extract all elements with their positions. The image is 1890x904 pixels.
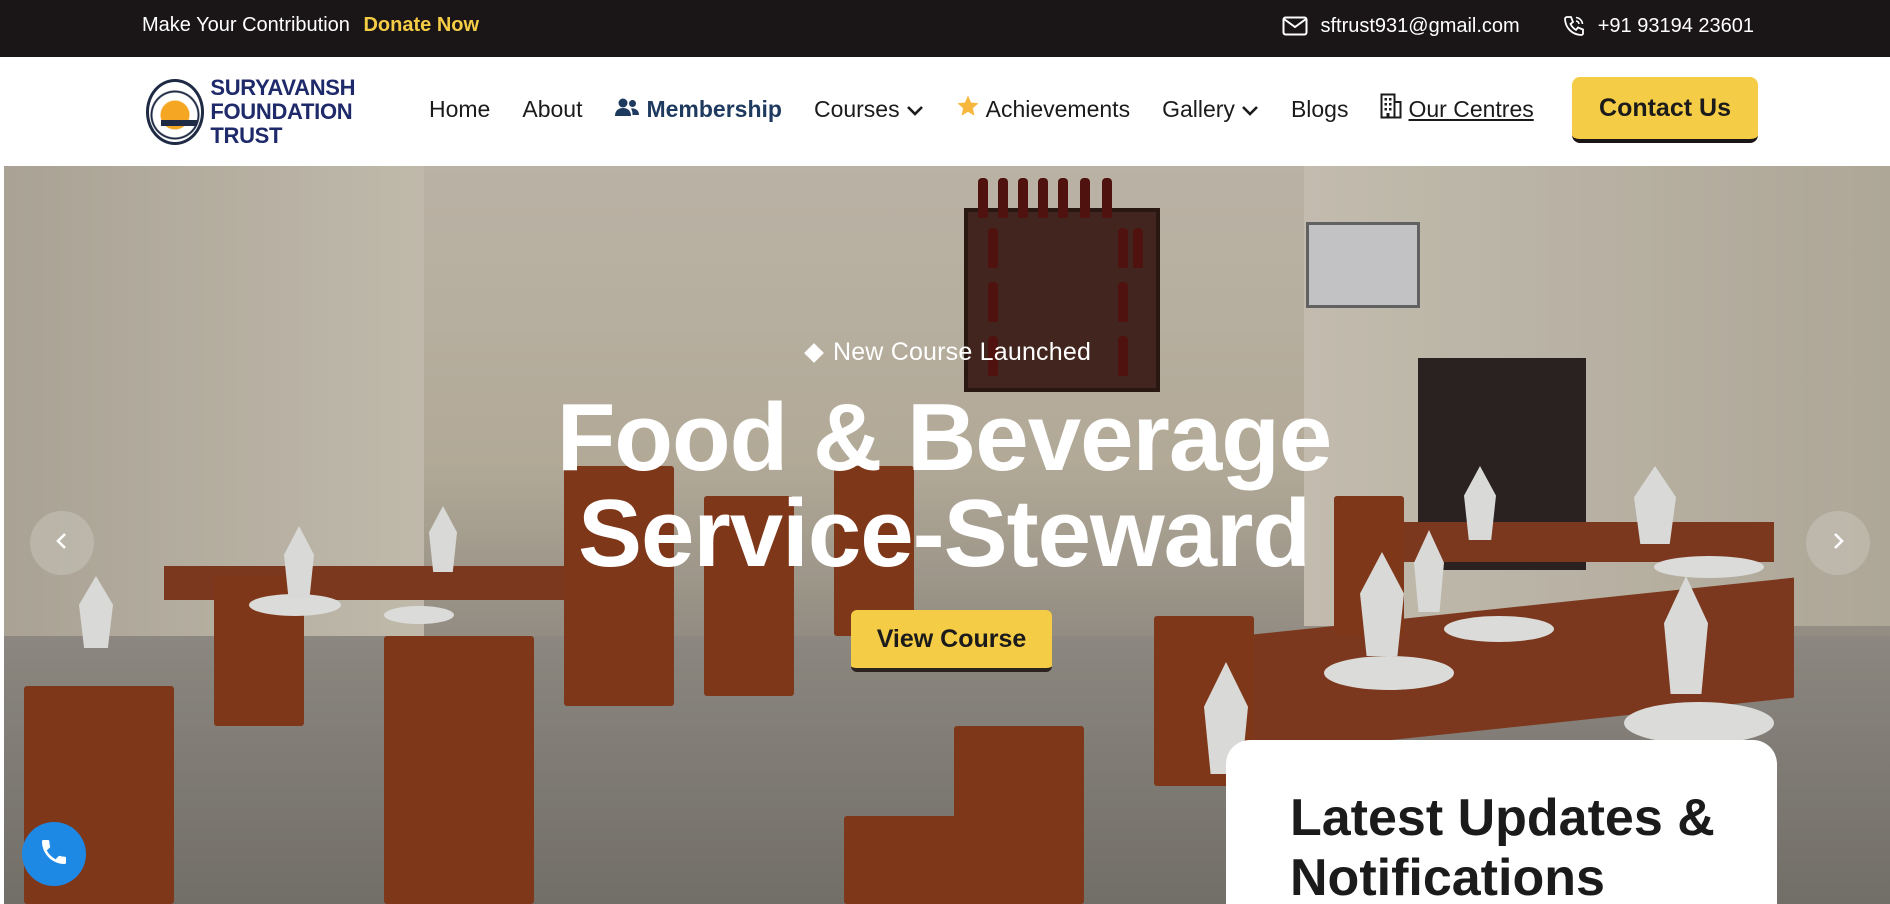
brand-name: SURYAVANSH FOUNDATION TRUST [210,76,402,148]
nav-item-label: Our Centres [1408,95,1534,122]
top-bar: Make Your Contribution Donate Now sftrus… [0,0,1890,57]
contact-info: sftrust931@gmail.com +91 93194 23601 [1282,14,1754,38]
diamond-icon [804,343,824,364]
latest-updates-card: Latest Updates & Notifications [1226,740,1777,904]
chevron-left-icon [54,531,70,556]
nav-item-membership[interactable]: Membership [614,95,782,123]
users-icon [614,96,640,123]
slider-prev-button[interactable] [30,511,94,575]
nav-item-label: About [522,95,583,122]
phone-icon [38,836,70,873]
phone-link[interactable]: +91 93194 23601 [1562,14,1754,38]
nav-menu: Home About Membership Courses Achievemen… [429,93,1566,125]
site-logo[interactable]: SURYAVANSH FOUNDATION TRUST [146,76,402,148]
contribution-text: Make Your Contribution [142,14,350,36]
nav-item-our-centres[interactable]: Our Centres [1380,93,1534,125]
nav-item-label: Home [429,95,491,122]
slider-next-button[interactable] [1806,511,1870,575]
star-icon [956,94,980,124]
nav-item-label: Courses [813,95,900,122]
chevron-down-icon [1241,96,1259,123]
view-course-button[interactable]: View Course [851,610,1052,672]
main-navbar: SURYAVANSH FOUNDATION TRUST Home About M… [4,57,1890,166]
nav-item-courses[interactable]: Courses [814,96,924,123]
building-icon [1380,93,1402,125]
chevron-right-icon [1830,531,1846,556]
mail-icon [1282,16,1308,36]
chevron-down-icon [906,96,924,123]
nav-item-label: Gallery [1162,95,1235,122]
email-text: sftrust931@gmail.com [1320,14,1520,37]
trust-seal-icon [146,79,205,145]
nav-item-gallery[interactable]: Gallery [1162,96,1259,123]
brand-name-line1: SURYAVANSH [210,75,356,100]
hero-tag: New Course Launched [4,338,1890,367]
hero-title: Food & Beverage Service-Steward [556,384,1333,587]
nav-item-label: Achievements [985,95,1131,122]
brand-name-line2: FOUNDATION TRUST [210,99,353,148]
nav-item-about[interactable]: About [522,96,582,123]
donate-now-link[interactable]: Donate Now [363,14,479,36]
hero-tag-text: New Course Launched [832,338,1092,366]
phone-icon [1562,14,1586,38]
email-link[interactable]: sftrust931@gmail.com [1282,14,1520,38]
hero-slider: New Course Launched Food & Beverage Serv… [4,166,1890,904]
phone-text: +91 93194 23601 [1597,14,1754,37]
nav-item-label: Blogs [1290,95,1349,122]
contribution-banner: Make Your Contribution Donate Now [142,14,479,37]
latest-updates-title: Latest Updates & Notifications [1290,789,1715,904]
nav-item-blogs[interactable]: Blogs [1291,96,1349,123]
nav-item-home[interactable]: Home [429,96,490,123]
nav-item-label: Membership [646,95,782,122]
contact-us-button[interactable]: Contact Us [1572,77,1758,143]
call-fab-button[interactable] [22,822,86,886]
nav-item-achievements[interactable]: Achievements [956,94,1130,124]
